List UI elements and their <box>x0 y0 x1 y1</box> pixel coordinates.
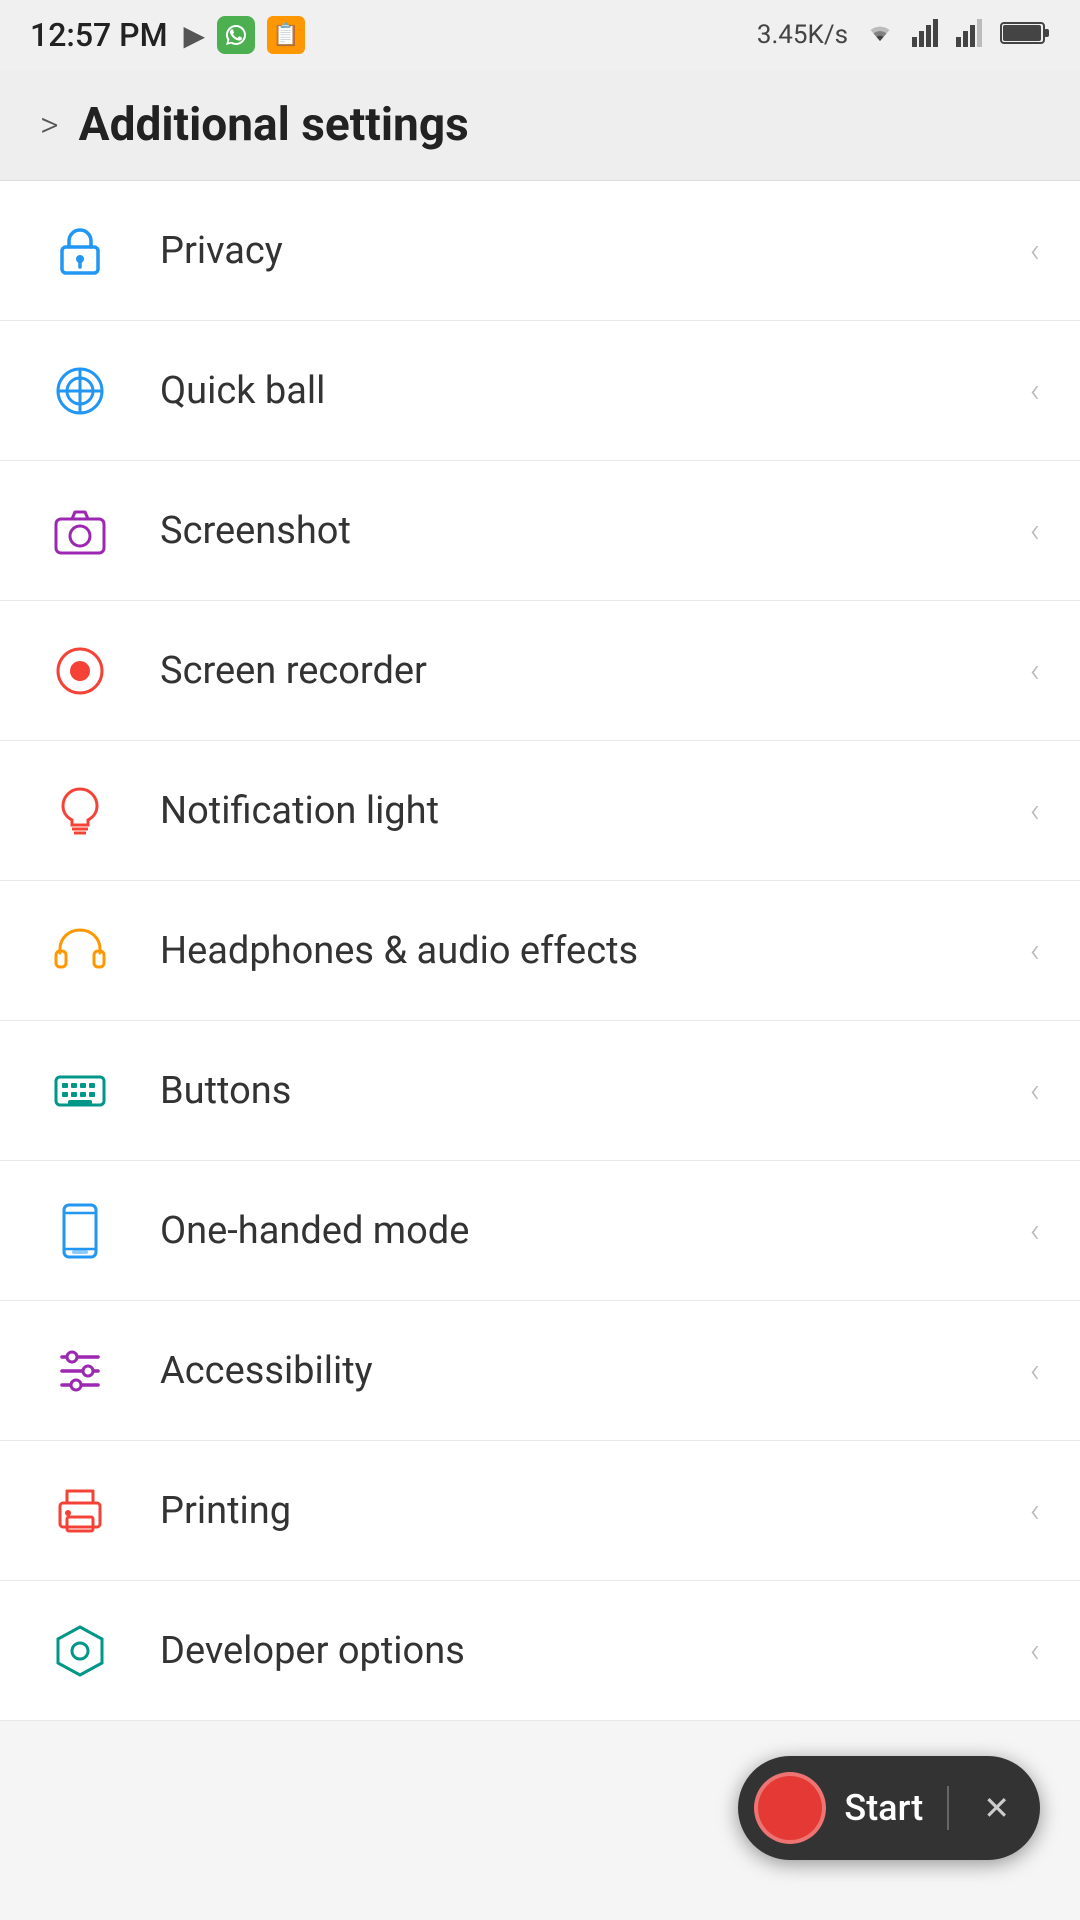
settings-item-privacy[interactable]: Privacy ‹ <box>0 181 1080 321</box>
chevron-icon-printing: ‹ <box>1030 1491 1040 1531</box>
item-label-screenshot: Screenshot <box>160 509 1030 553</box>
settings-item-developeroptions[interactable]: Developer options ‹ <box>0 1581 1080 1721</box>
settings-item-notificationlight[interactable]: Notification light ‹ <box>0 741 1080 881</box>
item-label-developeroptions: Developer options <box>160 1629 1030 1673</box>
record-icon <box>40 631 120 711</box>
settings-item-printing[interactable]: Printing ‹ <box>0 1441 1080 1581</box>
wifi-icon <box>862 19 898 51</box>
printer-icon <box>40 1471 120 1551</box>
item-label-screenrecorder: Screen recorder <box>160 649 1030 693</box>
settings-item-buttons[interactable]: Buttons ‹ <box>0 1021 1080 1161</box>
signal-icon-1 <box>912 19 942 51</box>
chevron-icon-headphones: ‹ <box>1030 931 1040 971</box>
chevron-icon-screenshot: ‹ <box>1030 511 1040 551</box>
chevron-icon-privacy: ‹ <box>1030 231 1040 271</box>
header[interactable]: > Additional settings <box>0 70 1080 181</box>
settings-item-screenrecorder[interactable]: Screen recorder ‹ <box>0 601 1080 741</box>
bulb-icon <box>40 771 120 851</box>
status-notification-icons: ▶ 📋 <box>184 16 306 54</box>
headphones-icon <box>40 911 120 991</box>
signal-icon-2 <box>956 19 986 51</box>
status-time: 12:57 PM <box>30 16 168 54</box>
settings-item-accessibility[interactable]: Accessibility ‹ <box>0 1301 1080 1441</box>
item-label-accessibility: Accessibility <box>160 1349 1030 1393</box>
chevron-icon-accessibility: ‹ <box>1030 1351 1040 1391</box>
phone-icon <box>40 1191 120 1271</box>
item-label-notificationlight: Notification light <box>160 789 1030 833</box>
back-chevron-icon[interactable]: > <box>40 104 59 146</box>
settings-item-screenshot[interactable]: Screenshot ‹ <box>0 461 1080 601</box>
item-label-privacy: Privacy <box>160 229 1030 273</box>
item-label-printing: Printing <box>160 1489 1030 1533</box>
status-left: 12:57 PM ▶ 📋 <box>30 16 305 54</box>
whatsapp-icon <box>217 16 255 54</box>
settings-list: Privacy ‹ Quick ball ‹ Screenshot ‹ Sc <box>0 181 1080 1721</box>
keyboard-icon <box>40 1051 120 1131</box>
play-icon: ▶ <box>184 19 206 52</box>
record-close-icon[interactable]: ✕ <box>983 1789 1010 1827</box>
app-icon: 📋 <box>267 16 305 54</box>
item-label-onehandedmode: One-handed mode <box>160 1209 1030 1253</box>
record-dot-icon <box>754 1772 826 1844</box>
chevron-icon-onehandedmode: ‹ <box>1030 1211 1040 1251</box>
floating-record-button[interactable]: Start ✕ <box>738 1756 1040 1860</box>
network-speed: 3.45K/s <box>757 20 848 50</box>
item-label-headphones: Headphones & audio effects <box>160 929 1030 973</box>
item-label-quickball: Quick ball <box>160 369 1030 413</box>
hexagon-icon <box>40 1611 120 1691</box>
lock-icon <box>40 211 120 291</box>
chevron-icon-quickball: ‹ <box>1030 371 1040 411</box>
chevron-icon-developeroptions: ‹ <box>1030 1631 1040 1671</box>
camera-icon <box>40 491 120 571</box>
status-bar: 12:57 PM ▶ 📋 3.45K/s <box>0 0 1080 70</box>
target-icon <box>40 351 120 431</box>
page-title: Additional settings <box>79 98 469 152</box>
battery-icon <box>1000 19 1050 51</box>
status-right: 3.45K/s <box>757 19 1050 51</box>
settings-item-onehandedmode[interactable]: One-handed mode ‹ <box>0 1161 1080 1301</box>
item-label-buttons: Buttons <box>160 1069 1030 1113</box>
record-divider <box>947 1786 949 1830</box>
chevron-icon-notificationlight: ‹ <box>1030 791 1040 831</box>
settings-item-quickball[interactable]: Quick ball ‹ <box>0 321 1080 461</box>
settings-item-headphones[interactable]: Headphones & audio effects ‹ <box>0 881 1080 1021</box>
record-start-label[interactable]: Start <box>844 1787 923 1829</box>
chevron-icon-buttons: ‹ <box>1030 1071 1040 1111</box>
chevron-icon-screenrecorder: ‹ <box>1030 651 1040 691</box>
sliders-icon <box>40 1331 120 1411</box>
